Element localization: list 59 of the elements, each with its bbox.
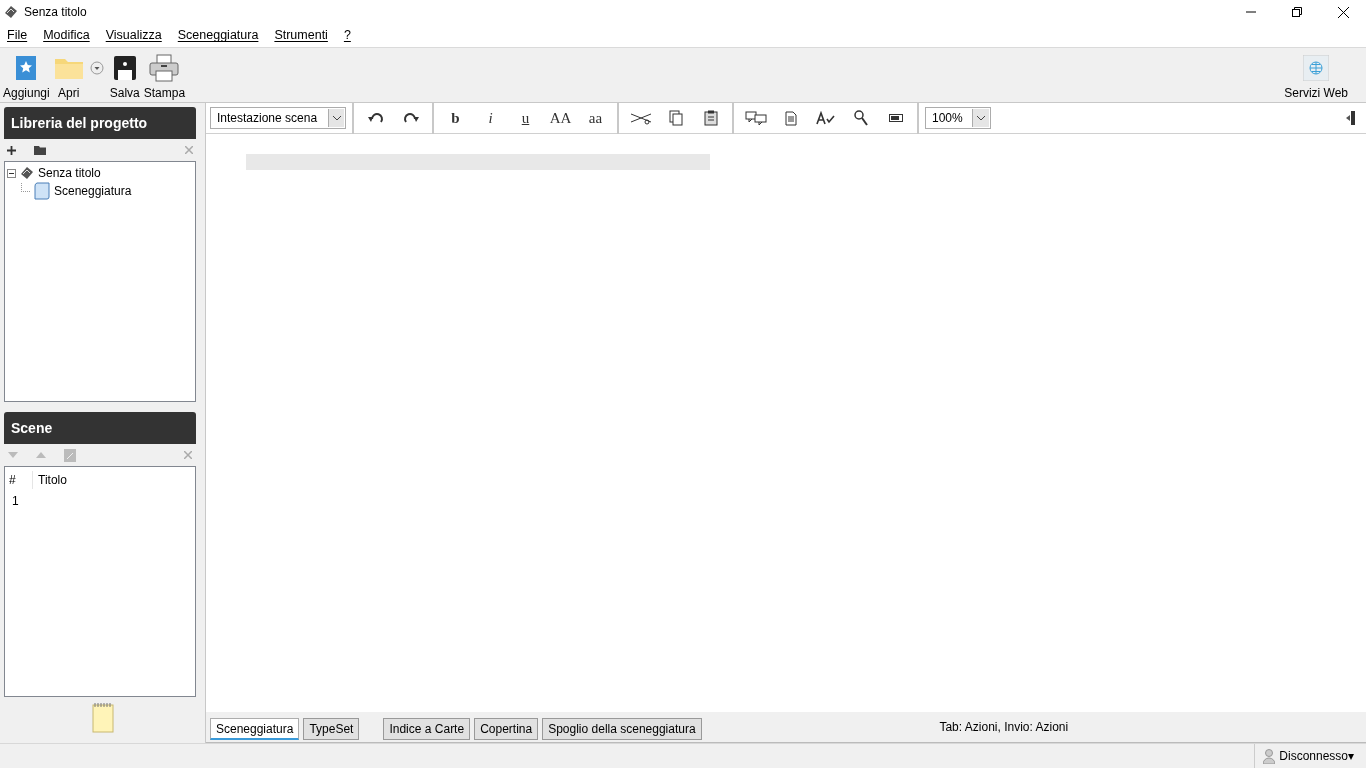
folder-icon[interactable]	[34, 145, 46, 155]
redo-icon	[402, 111, 419, 125]
expander-icon[interactable]	[7, 168, 16, 178]
scissors-icon	[629, 111, 652, 125]
folder-icon	[53, 56, 84, 80]
column-header[interactable]: #	[5, 471, 33, 489]
globe-icon	[1303, 55, 1330, 81]
format-button[interactable]: i	[476, 106, 505, 130]
format-button[interactable]: aa	[581, 106, 610, 130]
copy-icon	[668, 110, 683, 126]
toolbar-button[interactable]: Stampa	[141, 54, 188, 100]
shortcut-hint: Tab: Azioni, Invio: Azioni	[939, 719, 1069, 736]
caret-icon	[972, 109, 989, 127]
panel-header: Scene	[4, 412, 196, 444]
close-icon[interactable]	[1337, 6, 1349, 18]
toolbar-button[interactable]: Aggiungi	[0, 54, 52, 100]
document-icon	[784, 110, 797, 126]
tree-item[interactable]: Senza titolo	[38, 164, 101, 182]
scroll-icon	[34, 182, 50, 200]
menu-item[interactable]: ?	[343, 26, 351, 45]
magnifier-icon	[853, 110, 868, 126]
menu-item[interactable]: Visualizza	[105, 26, 162, 45]
account-button[interactable]: Disconnesso▾	[1254, 743, 1362, 768]
person-icon	[1263, 748, 1276, 764]
project-icon	[4, 5, 18, 19]
window-title: Senza titolo	[24, 4, 87, 21]
tab[interactable]: Indice a Carte	[383, 718, 471, 740]
toolbar-button[interactable]: Apri	[51, 54, 86, 100]
project-icon	[20, 166, 34, 180]
printer-icon	[149, 54, 180, 82]
format-button[interactable]: u	[511, 106, 540, 130]
spell-check-icon	[815, 111, 836, 125]
tab[interactable]: Sceneggiatura	[210, 718, 300, 740]
zoom-dropdown[interactable]: 100%	[925, 107, 991, 129]
menu-item[interactable]: File	[7, 26, 28, 45]
element-type-dropdown[interactable]: Intestazione scena	[210, 107, 346, 129]
format-button[interactable]: b	[441, 106, 470, 130]
undo-icon	[367, 111, 384, 125]
plus-icon[interactable]	[7, 145, 16, 155]
tab[interactable]: TypeSet	[303, 718, 360, 740]
toolbar-button[interactable]: Salva	[107, 54, 142, 100]
menu-item[interactable]: Sceneggiatura	[177, 26, 259, 45]
clipboard-icon	[703, 110, 718, 126]
dropdown-icon	[89, 61, 104, 75]
table-cell-text: 1	[11, 493, 19, 510]
tree-item[interactable]: Sceneggiatura	[54, 182, 132, 200]
panel-toggle-icon[interactable]	[1346, 111, 1356, 125]
menu-item[interactable]: Modifica	[43, 26, 90, 45]
bar-icon	[888, 114, 903, 122]
restore-icon[interactable]	[1292, 7, 1302, 17]
caret-icon	[328, 109, 344, 127]
format-button[interactable]: AA	[546, 106, 575, 130]
tab[interactable]: Spoglio della sceneggiatura	[542, 718, 702, 740]
menu-item[interactable]: Strumenti	[274, 26, 328, 45]
column-header[interactable]: Titolo	[33, 471, 67, 489]
tab[interactable]: Copertina	[474, 718, 539, 740]
toolbar-button[interactable]: Servizi Web	[1284, 54, 1348, 100]
speech-bubbles-icon	[744, 111, 767, 125]
panel-header: Libreria del progetto	[4, 107, 196, 139]
